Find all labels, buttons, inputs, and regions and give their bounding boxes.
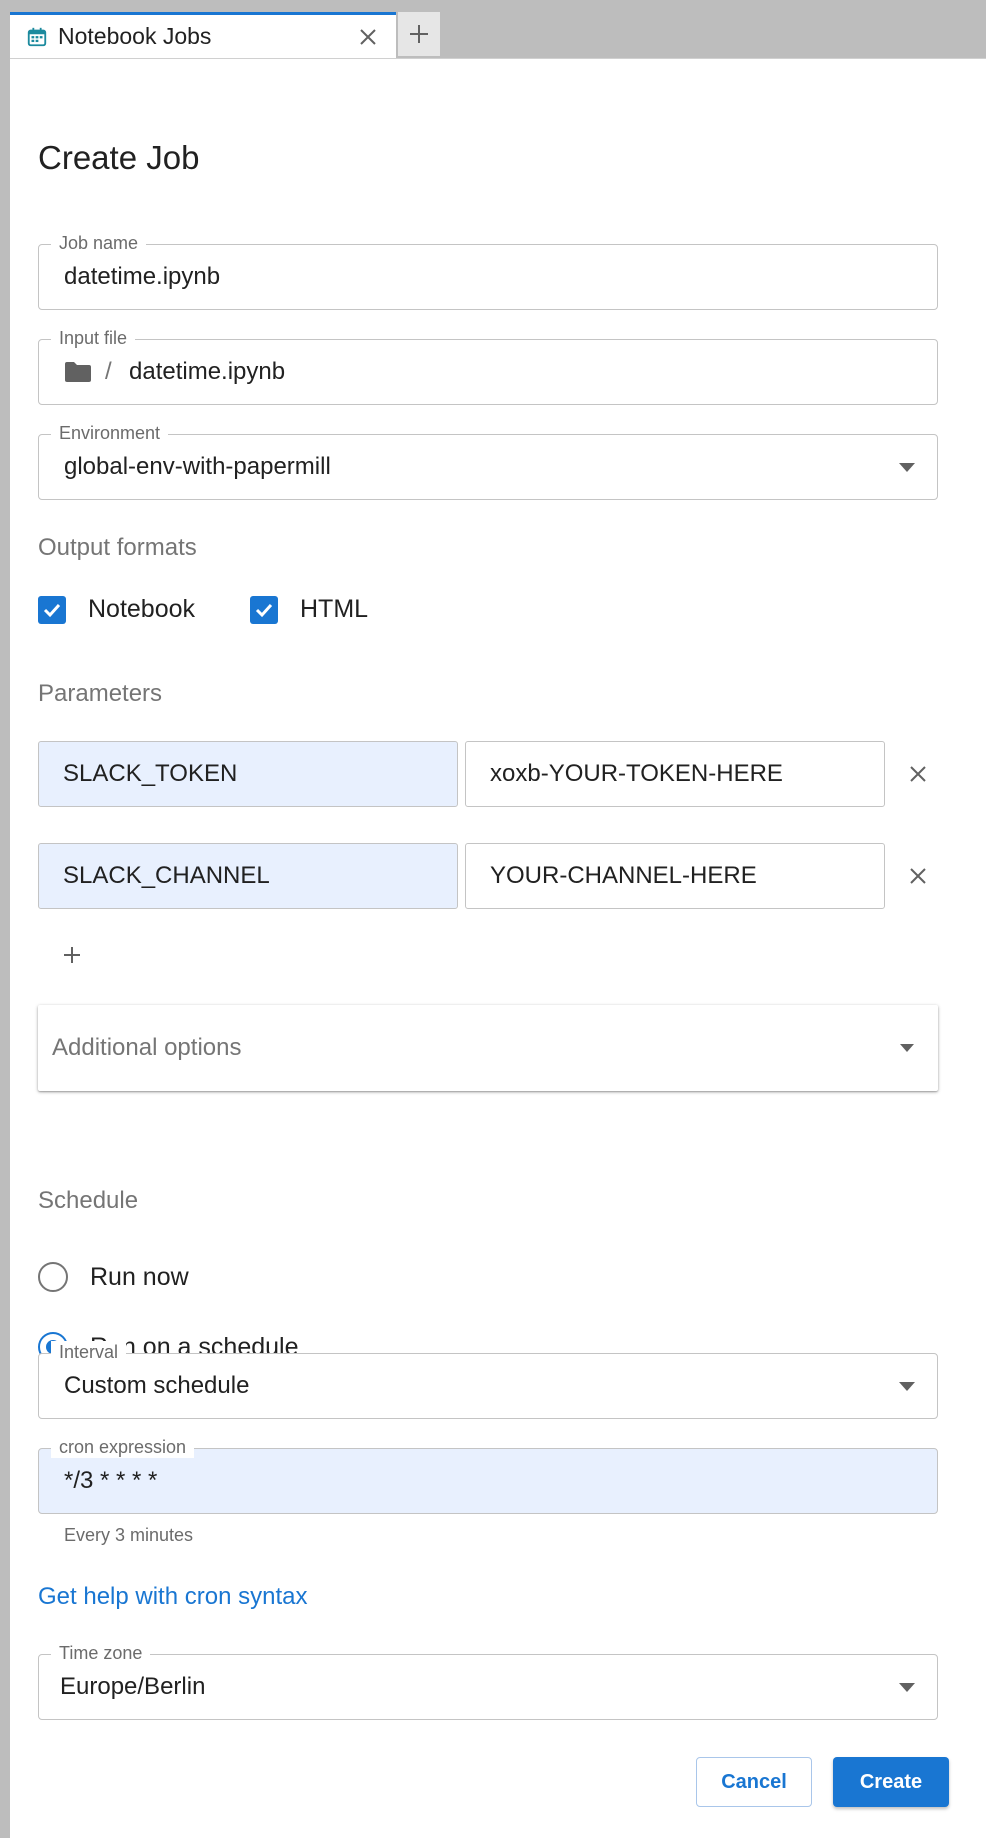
run-now-option[interactable]: Run now [38, 1262, 189, 1292]
close-icon [910, 868, 926, 884]
parameter-value-input[interactable] [466, 844, 884, 908]
environment-select[interactable]: Environment global-env-with-papermill [38, 422, 938, 500]
time-zone-select[interactable]: Time zone Europe/Berlin [38, 1642, 938, 1720]
page-title: Create Job [38, 139, 200, 176]
output-formats-heading: Output formats [38, 534, 197, 561]
parameter-key-input[interactable] [39, 844, 457, 908]
notebook-checkbox[interactable] [38, 595, 66, 624]
output-format-notebook[interactable]: Notebook [38, 595, 195, 624]
input-file-label: Input file [51, 327, 136, 349]
close-icon [910, 766, 926, 782]
path-separator: / [105, 358, 112, 385]
calendar-icon [27, 27, 47, 46]
tab-notebook-jobs[interactable]: Notebook Jobs [10, 12, 396, 58]
input-file-field[interactable]: Input file / datetime.ipynb [38, 327, 938, 405]
caret-down-icon [899, 463, 915, 472]
parameter-key-field[interactable] [38, 741, 458, 807]
plus-icon [64, 947, 80, 963]
cron-help-link[interactable]: Get help with cron syntax [38, 1583, 307, 1611]
run-now-radio[interactable] [38, 1262, 68, 1292]
tab-label: Notebook Jobs [58, 23, 212, 49]
html-checkbox[interactable] [250, 595, 278, 624]
remove-parameter-button[interactable] [900, 756, 936, 792]
caret-down-icon [899, 1683, 915, 1692]
interval-select[interactable]: Interval Custom schedule [38, 1341, 938, 1419]
cron-expression-input[interactable] [64, 1449, 884, 1513]
job-name-field[interactable]: Job name [38, 232, 938, 310]
time-zone-value: Europe/Berlin [60, 1673, 206, 1700]
output-format-html[interactable]: HTML [250, 595, 368, 624]
remove-parameter-button[interactable] [900, 858, 936, 894]
cancel-button[interactable]: Cancel [696, 1757, 812, 1807]
cron-helper-text: Every 3 minutes [64, 1525, 194, 1545]
notebook-checkbox-label: Notebook [88, 595, 196, 623]
checkmark-icon [43, 603, 61, 617]
html-checkbox-label: HTML [300, 595, 369, 623]
tab-bar: Notebook Jobs [0, 0, 986, 58]
parameter-key-input[interactable] [39, 742, 457, 806]
caret-down-icon [900, 1044, 914, 1052]
create-button[interactable]: Create [833, 1757, 949, 1807]
parameter-value-field[interactable] [465, 741, 885, 807]
plus-icon [410, 25, 428, 43]
additional-options-accordion[interactable]: Additional options [38, 1005, 938, 1091]
parameter-value-field[interactable] [465, 843, 885, 909]
create-job-panel: Create Job Job name Input file / datetim… [10, 58, 986, 1838]
add-parameter-button[interactable] [54, 937, 90, 973]
folder-icon [65, 362, 91, 382]
parameter-value-input[interactable] [466, 742, 884, 806]
environment-value: global-env-with-papermill [64, 453, 331, 480]
close-icon [360, 28, 376, 45]
job-name-input[interactable] [64, 245, 884, 309]
run-now-label: Run now [90, 1262, 189, 1291]
close-tab-button[interactable] [348, 17, 388, 57]
input-file-value: datetime.ipynb [129, 358, 286, 385]
parameter-key-field[interactable] [38, 843, 458, 909]
parameters-heading: Parameters [38, 680, 163, 707]
interval-value: Custom schedule [64, 1372, 250, 1399]
checkmark-icon [255, 603, 273, 617]
caret-down-icon [899, 1382, 915, 1391]
additional-options-label: Additional options [52, 1034, 242, 1061]
cron-expression-field[interactable]: cron expression [38, 1436, 938, 1514]
schedule-heading: Schedule [38, 1187, 139, 1214]
new-tab-button[interactable] [398, 12, 440, 56]
